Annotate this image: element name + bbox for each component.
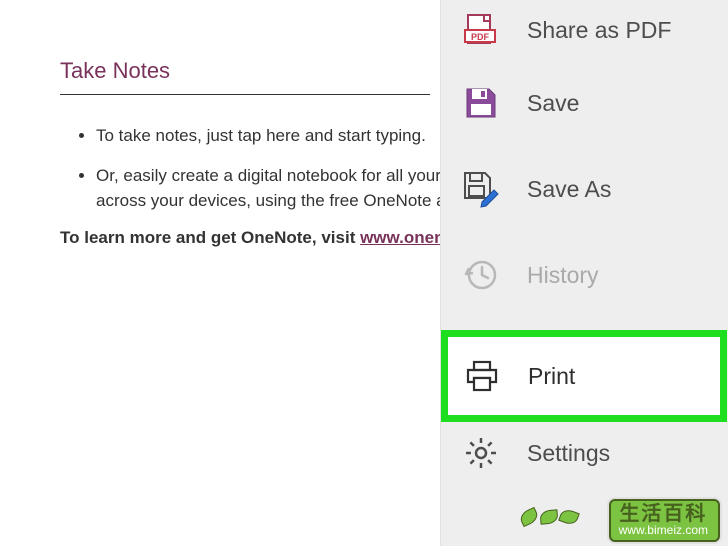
history-icon — [461, 255, 501, 295]
menu-item-history: History — [441, 232, 728, 318]
watermark-leaves — [520, 510, 578, 524]
svg-text:PDF: PDF — [471, 32, 490, 42]
app-menu-panel: PDF Share as PDF Save Save As — [440, 0, 728, 546]
title-underline — [60, 94, 430, 95]
menu-item-label: Print — [528, 363, 575, 390]
menu-item-label: Share as PDF — [527, 17, 728, 44]
menu-item-settings[interactable]: Settings — [441, 410, 728, 496]
watermark-title: 生活百科 — [619, 504, 708, 524]
save-icon — [461, 83, 501, 123]
menu-item-share-as-pdf[interactable]: PDF Share as PDF — [441, 0, 728, 60]
print-icon — [462, 356, 502, 396]
watermark-badge: 生活百科 www.bimeiz.com — [609, 499, 720, 542]
menu-item-label: Settings — [527, 440, 728, 467]
menu-item-label: Save — [527, 90, 728, 117]
learn-more-prefix: To learn more and get OneNote, visit — [60, 228, 360, 247]
save-as-icon — [461, 169, 501, 209]
menu-item-save[interactable]: Save — [441, 60, 728, 146]
menu-item-save-as[interactable]: Save As — [441, 146, 728, 232]
pdf-icon: PDF — [461, 10, 501, 50]
menu-item-label: Save As — [527, 176, 728, 203]
settings-icon — [461, 433, 501, 473]
menu-item-print[interactable]: Print — [441, 330, 727, 422]
menu-item-label: History — [527, 262, 728, 289]
watermark-url: www.bimeiz.com — [619, 524, 708, 537]
